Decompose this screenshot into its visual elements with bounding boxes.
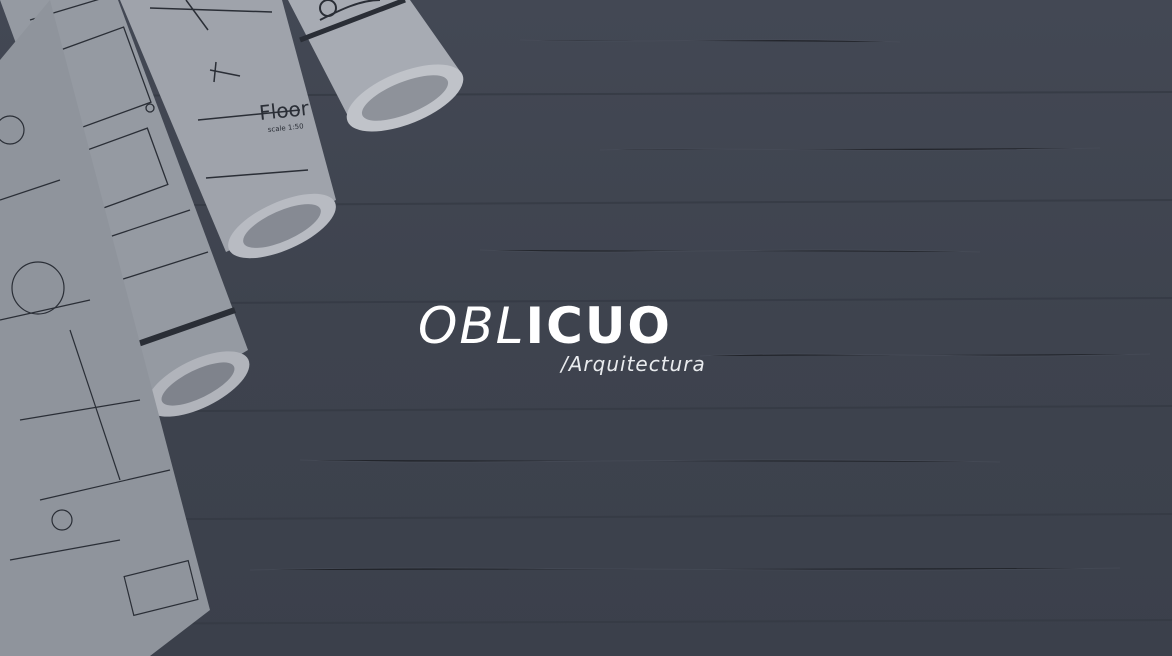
brand-wordmark: OBLICUO — [418, 296, 672, 356]
splash-screen: Floor scale 1:50 OBLICUO /Arquitectura — [0, 0, 1172, 656]
blueprint-roll-4 — [288, 0, 464, 132]
brand-logo: OBLICUO /Arquitectura — [418, 296, 748, 386]
brand-name-bold: ICUO — [525, 297, 672, 355]
brand-name-light: OBL — [418, 297, 526, 355]
brand-tagline: /Arquitectura — [561, 352, 706, 376]
blueprint-rolls: Floor scale 1:50 — [0, 0, 464, 656]
